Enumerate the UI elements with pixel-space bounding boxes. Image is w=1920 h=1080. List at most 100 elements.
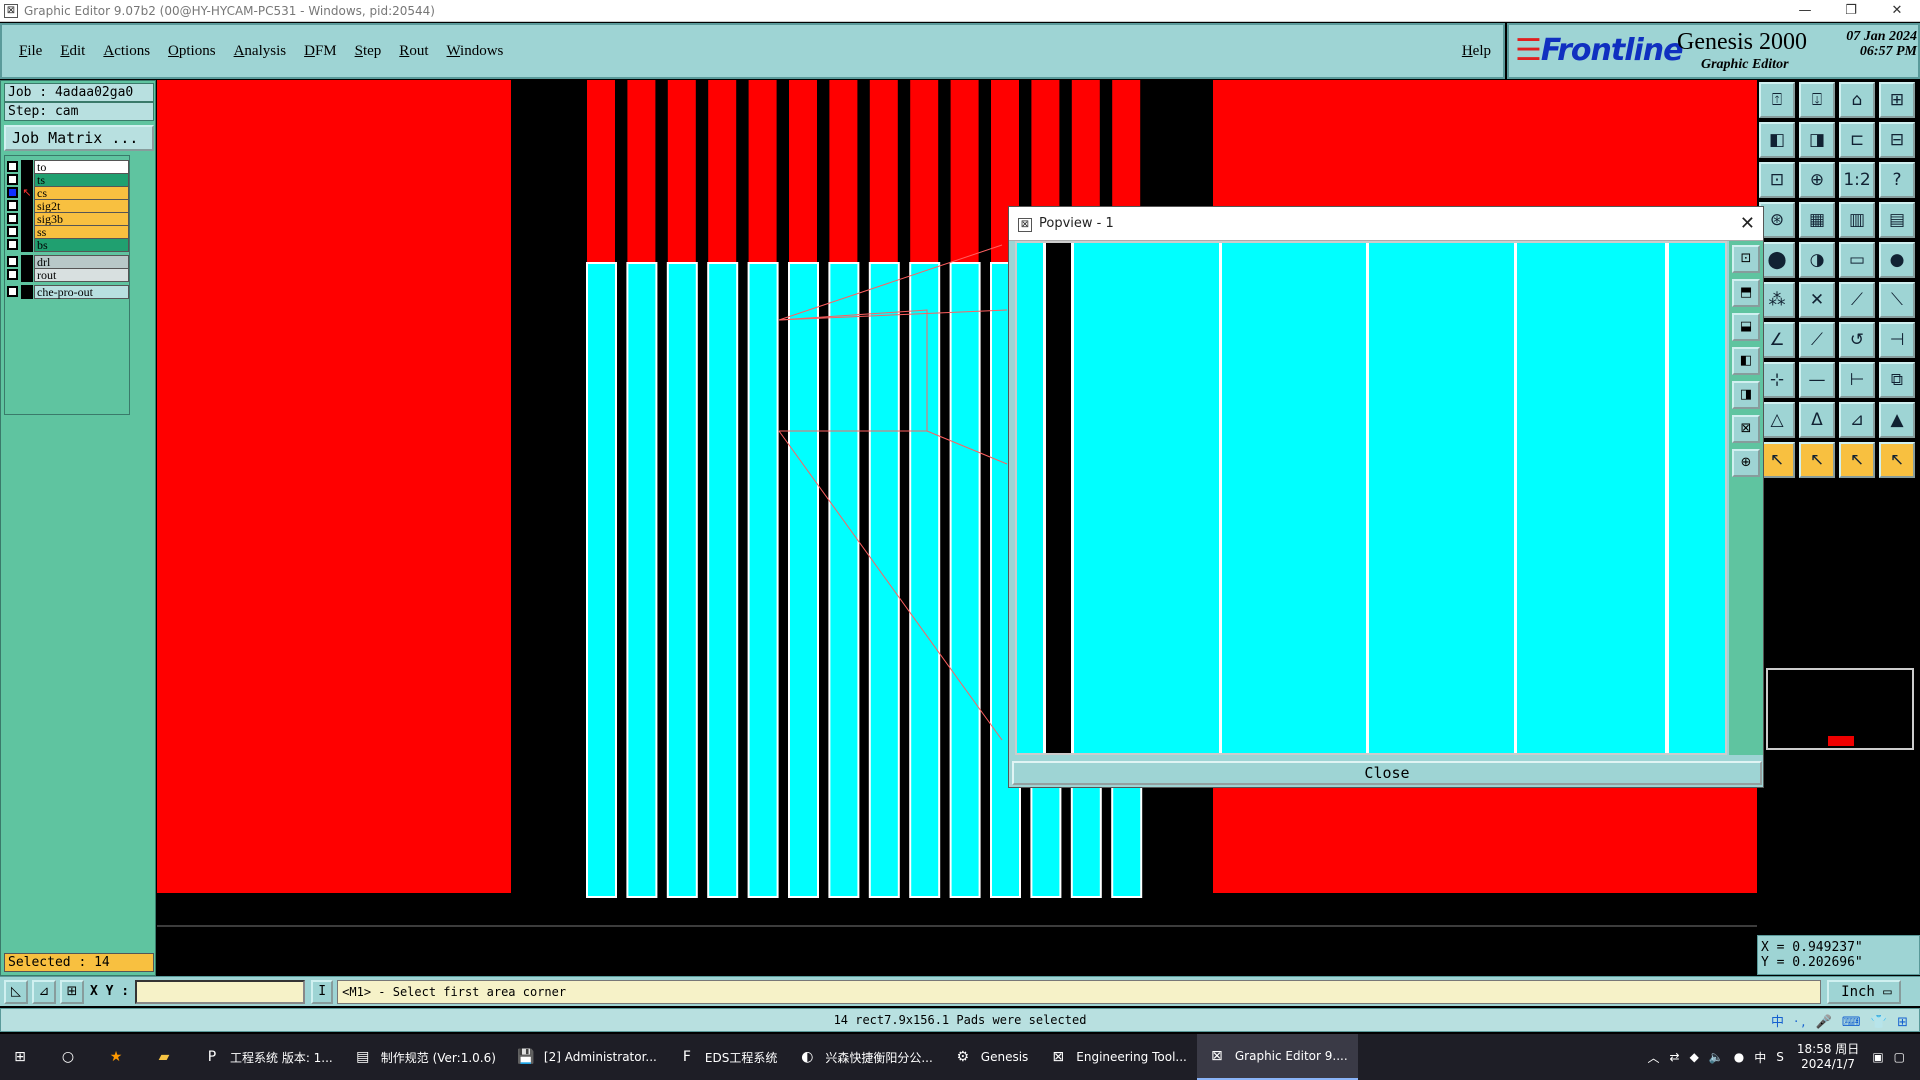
layer-row-che-pro-out[interactable]: che-pro-out (7, 284, 129, 299)
line-icon[interactable]: ∠ (1759, 322, 1795, 358)
split-view-icon[interactable]: ⊞ (1879, 82, 1915, 118)
minimize-button[interactable]: — (1782, 3, 1828, 18)
taskbar-app-6[interactable]: ⊠ Engineering Tool... (1038, 1034, 1197, 1080)
menu-help[interactable]: Help (1462, 43, 1491, 60)
tray-app-icon[interactable]: ● (1734, 1050, 1744, 1064)
layer-checkbox[interactable] (7, 269, 18, 280)
notification-icon[interactable]: ▢ (1894, 1050, 1905, 1064)
measure-mode-icon[interactable]: ⊿ (32, 979, 56, 1004)
popview-pan-right-icon[interactable]: ◨ (1732, 381, 1760, 409)
overview-minimap[interactable] (1766, 668, 1914, 750)
popview-close-icon[interactable]: ✕ (1740, 207, 1755, 241)
popview-pan-up-icon[interactable]: ⬒ (1732, 279, 1760, 307)
popview-close-button[interactable]: Close (1012, 761, 1762, 785)
zoom-fit-icon[interactable]: ⊡ (1759, 162, 1795, 198)
menu-file[interactable]: File (19, 43, 42, 60)
popview-zoom-view[interactable] (1017, 243, 1727, 755)
menu-dfm[interactable]: DFM (304, 43, 337, 60)
zoom-center-icon[interactable]: ⊕ (1799, 162, 1835, 198)
triangle-icon[interactable]: △ (1759, 402, 1795, 438)
taskbar-app-3[interactable]: F EDS工程系统 (667, 1034, 787, 1080)
menu-options[interactable]: Options (168, 43, 216, 60)
peak-icon[interactable]: ▲ (1879, 402, 1915, 438)
tray-shield-icon[interactable]: ◆ (1690, 1050, 1699, 1064)
select-box-icon[interactable]: ↖ (1839, 442, 1875, 478)
snap-mode-icon[interactable]: ◺ (4, 979, 28, 1004)
taskbar-app-5[interactable]: ⚙ Genesis (943, 1034, 1039, 1080)
menu-step[interactable]: Step (355, 43, 382, 60)
angle-icon[interactable]: ⊿ (1839, 402, 1875, 438)
select-icon[interactable]: ↖ (1799, 442, 1835, 478)
pan-right-icon[interactable]: ◨ (1799, 122, 1835, 158)
minus-icon[interactable]: — (1799, 362, 1835, 398)
taskbar-app-0[interactable]: P 工程系统 版本: 1... (192, 1034, 343, 1080)
file-explorer-button[interactable]: ▰ (144, 1034, 192, 1080)
mirror-icon[interactable]: ⊣ (1879, 322, 1915, 358)
taskbar-app-1[interactable]: ▤ 制作规范 (Ver:1.0.6) (343, 1034, 506, 1080)
cursor-mode-button[interactable]: I (311, 979, 334, 1004)
pan-left-icon[interactable]: ◧ (1759, 122, 1795, 158)
close-window-button[interactable]: ✕ (1874, 3, 1920, 18)
pointer-icon[interactable]: ↖ (1759, 442, 1795, 478)
cross-icon[interactable]: ✕ (1799, 282, 1835, 318)
job-matrix-button[interactable]: Job Matrix ... (4, 125, 154, 151)
menu-edit[interactable]: Edit (60, 43, 85, 60)
ruler-icon[interactable]: ▭ (1839, 242, 1875, 278)
layers-a-icon[interactable]: ▥ (1839, 202, 1875, 238)
pinned-app-button[interactable]: ★ (96, 1034, 144, 1080)
grid-icon[interactable]: ▦ (1799, 202, 1835, 238)
tray-network-icon[interactable]: ⇄ (1670, 1050, 1680, 1064)
connect-icon[interactable]: ⟋ (1839, 282, 1875, 318)
layer-name[interactable]: bs (34, 237, 129, 252)
search-button[interactable]: ○ (48, 1034, 96, 1080)
snap-icon[interactable]: ⊛ (1759, 202, 1795, 238)
taskbar-app-7[interactable]: ⊠ Graphic Editor 9.... (1196, 1034, 1358, 1080)
tray-ime-icon[interactable]: 中 (1754, 1049, 1766, 1066)
shapes-icon[interactable]: ⧉ (1879, 362, 1915, 398)
taskbar-app-2[interactable]: 💾 [2] Administrator... (506, 1034, 667, 1080)
tray-sogou-icon[interactable]: S (1776, 1050, 1784, 1064)
home-up-icon[interactable]: ⍐ (1759, 82, 1795, 118)
taskbar-app-4[interactable]: ◐ 兴森快捷衡阳分公... (787, 1034, 942, 1080)
measure-icon[interactable]: ⊢ (1839, 362, 1875, 398)
layer-checkbox[interactable] (7, 174, 18, 185)
popview-zoom-tool-icon[interactable]: ⊡ (1732, 245, 1760, 273)
add-pad-icon[interactable]: ⊹ (1759, 362, 1795, 398)
layer-checkbox[interactable] (7, 187, 18, 198)
layer-row-bs[interactable]: bs (7, 237, 129, 252)
xy-input[interactable] (135, 979, 306, 1004)
grid-mode-icon[interactable]: ⊞ (60, 979, 84, 1004)
net-icon[interactable]: ⁂ (1759, 282, 1795, 318)
home-down-icon[interactable]: ⍗ (1799, 82, 1835, 118)
popview-canvas[interactable] (1015, 241, 1727, 755)
units-selector[interactable]: Inch ▭ (1827, 979, 1902, 1004)
desktop-icon[interactable]: ▣ (1872, 1050, 1883, 1064)
layer-checkbox[interactable] (7, 200, 18, 211)
menu-analysis[interactable]: Analysis (234, 43, 287, 60)
tray-volume-icon[interactable]: 🔈 (1709, 1050, 1724, 1064)
layer-checkbox[interactable] (7, 161, 18, 172)
help-icon[interactable]: ? (1879, 162, 1915, 198)
select-net-icon[interactable]: ↖ (1879, 442, 1915, 478)
start-button[interactable]: ⊞ (0, 1034, 48, 1080)
pad-icon[interactable]: ⬤ (1759, 242, 1795, 278)
popview-pan-left-icon[interactable]: ◧ (1732, 347, 1760, 375)
layer-checkbox[interactable] (7, 226, 18, 237)
columns-icon[interactable]: ⊟ (1879, 122, 1915, 158)
popview-pan-down-icon[interactable]: ⬓ (1732, 313, 1760, 341)
layer-checkbox[interactable] (7, 286, 18, 297)
arc-icon[interactable]: ↺ (1839, 322, 1875, 358)
ime-toolbar[interactable]: 中 ·, 🎤 ⌨ 👕 ⊞ (1771, 1011, 1911, 1030)
popview-center-icon[interactable]: ⊕ (1732, 449, 1760, 477)
layer-checkbox[interactable] (7, 213, 18, 224)
tray-chevron-icon[interactable]: ︿ (1648, 1049, 1660, 1066)
house-icon[interactable]: ⌂ (1839, 82, 1875, 118)
zoom-region-icon[interactable]: ⊏ (1839, 122, 1875, 158)
scale-1-2-icon[interactable]: 1:2 (1839, 162, 1875, 198)
slash-icon[interactable]: ⟋ (1799, 322, 1835, 358)
menu-rout[interactable]: Rout (399, 43, 428, 60)
link-icon[interactable]: ⟍ (1879, 282, 1915, 318)
layers-b-icon[interactable]: ▤ (1879, 202, 1915, 238)
delta-icon[interactable]: Δ (1799, 402, 1835, 438)
layer-checkbox[interactable] (7, 239, 18, 250)
